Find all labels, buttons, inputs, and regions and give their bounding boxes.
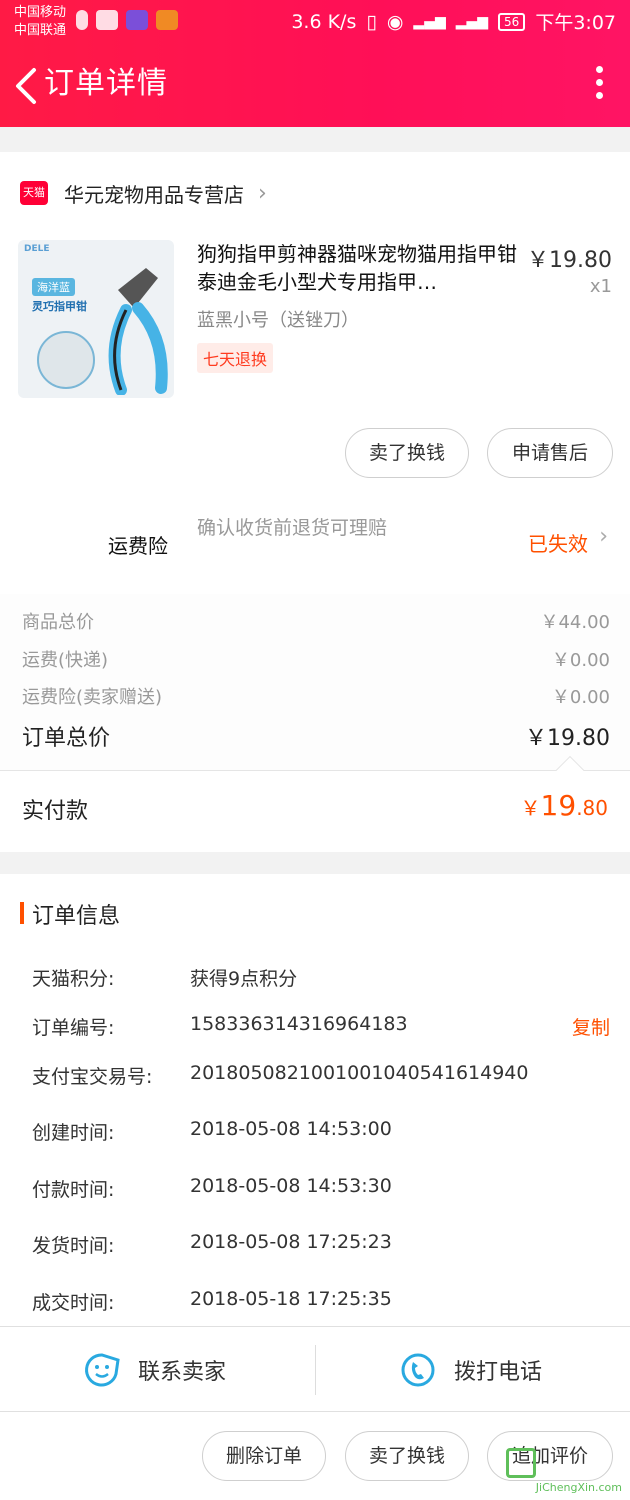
insurance-fee-value: ￥0.00 [551, 687, 610, 708]
signal-4g-icon: ▂▄▆ [455, 13, 489, 30]
vibrate-icon: ▯ [366, 10, 377, 33]
contact-bar: 联系卖家 拨打电话 [0, 1326, 630, 1412]
chevron-right-icon: › [258, 180, 267, 206]
info-value: 2018-05-08 17:25:23 [190, 1231, 392, 1253]
insurance-fee-label: 运费险(卖家赠送) [22, 687, 163, 708]
goods-total-row: 商品总价 ￥44.00 [22, 608, 610, 634]
price-summary: 商品总价 ￥44.00 运费(快递) ￥0.00 运费险(卖家赠送) ￥0.00… [0, 594, 630, 770]
product-price: ￥19.80 [527, 248, 612, 273]
info-key: 天猫积分: [32, 968, 115, 990]
sell-order-button[interactable]: 卖了换钱 [345, 1431, 469, 1481]
paid-label: 实付款 [22, 799, 89, 824]
carrier-1: 中国移动 [14, 5, 67, 20]
status-right: 3.6 K/s ▯ ◉ ▂▄▆ ▂▄▆ 56 下午3:07 [291, 8, 616, 35]
status-bar: 中国移动 中国联通 3.6 K/s ▯ ◉ ▂▄▆ ▂▄▆ 56 下午3:07 [0, 0, 630, 44]
call-phone-label: 拨打电话 [454, 1360, 543, 1385]
contact-divider [315, 1345, 316, 1395]
order-total-value: ￥19.80 [525, 726, 610, 751]
order-card: 天猫 华元宠物用品专营店 › DELE 海洋蓝 灵巧指甲钳 狗狗指甲剪神器猫咪宠… [0, 152, 630, 852]
insurance-description: 确认收货前退货可理赔 [197, 517, 388, 539]
eye-icon: ◉ [386, 10, 404, 33]
paid-value: ￥19.80 [521, 789, 608, 822]
info-key: 支付宝交易号: [32, 1066, 153, 1088]
sell-item-button[interactable]: 卖了换钱 [345, 428, 469, 478]
app-header: 中国移动 中国联通 3.6 K/s ▯ ◉ ▂▄▆ ▂▄▆ 56 下午3:07 … [0, 0, 630, 127]
product-quantity: x1 [589, 276, 612, 297]
contact-seller-button[interactable]: 联系卖家 [84, 1327, 226, 1413]
return-policy-badge: 七天退换 [197, 343, 274, 373]
goods-total-value: ￥44.00 [540, 612, 610, 633]
insurance-label: 运费险 [108, 534, 168, 558]
info-value: 2018-05-18 17:25:35 [190, 1288, 392, 1310]
info-key: 发货时间: [32, 1235, 115, 1257]
chat-smile-icon [85, 1353, 120, 1387]
paid-integer: 19 [540, 789, 577, 822]
paid-currency: ￥ [520, 796, 541, 820]
order-total-row: 订单总价 ￥19.80 [22, 720, 610, 752]
copy-order-number-link[interactable]: 复制 [572, 1013, 610, 1040]
info-key: 付款时间: [32, 1179, 115, 1201]
delete-order-button[interactable]: 删除订单 [202, 1431, 326, 1481]
phone-icon [401, 1353, 435, 1387]
section-accent-bar [20, 902, 24, 924]
game-notification-icon [156, 10, 178, 30]
info-key: 订单编号: [32, 1017, 115, 1039]
battery-icon: 56 [498, 12, 526, 31]
mp-notification-icon [126, 10, 148, 30]
notification-icons [76, 10, 178, 30]
order-total-label: 订单总价 [22, 726, 111, 751]
clock: 下午3:07 [535, 12, 616, 34]
carrier-info: 中国移动 中国联通 [14, 4, 66, 40]
shop-link[interactable]: 天猫 华元宠物用品专营店 › [20, 176, 267, 210]
insurance-fee-row: 运费险(卖家赠送) ￥0.00 [22, 683, 610, 709]
shield-icon [76, 10, 88, 30]
goods-total-label: 商品总价 [22, 612, 94, 633]
info-value: 2018050821001001040541614940 [190, 1062, 529, 1084]
product-title[interactable]: 狗狗指甲剪神器猫咪宠物猫用指甲钳泰迪金毛小型犬专用指甲… [197, 240, 517, 296]
page-title: 订单详情 [44, 66, 168, 101]
info-value: 158336314316964183 [190, 1013, 408, 1035]
signal-icon: ▂▄▆ [413, 13, 446, 30]
back-arrow-icon[interactable] [12, 66, 42, 106]
shipping-label: 运费(快递) [22, 650, 109, 671]
product-brand: DELE [24, 244, 50, 254]
contact-seller-label: 联系卖家 [138, 1360, 227, 1385]
order-info-section: 订单信息 天猫积分: 获得9点积分 订单编号: 1583363143169641… [0, 874, 630, 1326]
product-image[interactable]: DELE 海洋蓝 灵巧指甲钳 [18, 240, 174, 398]
after-sale-button[interactable]: 申请售后 [487, 428, 613, 478]
paid-amount-row: 实付款 ￥19.80 [0, 755, 630, 852]
network-speed: 3.6 K/s [291, 10, 357, 33]
info-value: 获得9点积分 [190, 968, 298, 990]
info-value: 2018-05-08 14:53:30 [190, 1175, 392, 1197]
watermark-icon [506, 1448, 536, 1478]
shop-name: 华元宠物用品专营店 [64, 182, 244, 207]
tmall-icon: 天猫 [20, 181, 48, 205]
product-spec: 蓝黑小号（送锉刀） [197, 310, 359, 331]
bottom-action-bar: 删除订单 卖了换钱 追加评价 JiChengXin.com [0, 1412, 630, 1500]
paid-decimal: .80 [576, 796, 608, 820]
info-value: 2018-05-08 14:53:00 [190, 1118, 392, 1140]
shipping-value: ￥0.00 [551, 650, 610, 671]
chevron-right-icon[interactable]: › [599, 524, 608, 549]
shipping-row: 运费(快递) ￥0.00 [22, 646, 610, 672]
nail-clipper-illustration [37, 268, 168, 395]
nav-bar: 订单详情 [0, 48, 630, 122]
app-notification-icon [96, 10, 118, 30]
order-info-title: 订单信息 [32, 904, 121, 929]
info-key: 创建时间: [32, 1122, 115, 1144]
watermark-text: JiChengXin.com [535, 1481, 622, 1494]
carrier-2: 中国联通 [14, 23, 67, 38]
call-phone-button[interactable]: 拨打电话 [400, 1327, 542, 1413]
watermark-logo: JiChengXin.com [502, 1444, 622, 1494]
info-key: 成交时间: [32, 1292, 115, 1314]
more-menu-icon[interactable] [594, 66, 604, 106]
insurance-status[interactable]: 已失效 [528, 528, 588, 557]
